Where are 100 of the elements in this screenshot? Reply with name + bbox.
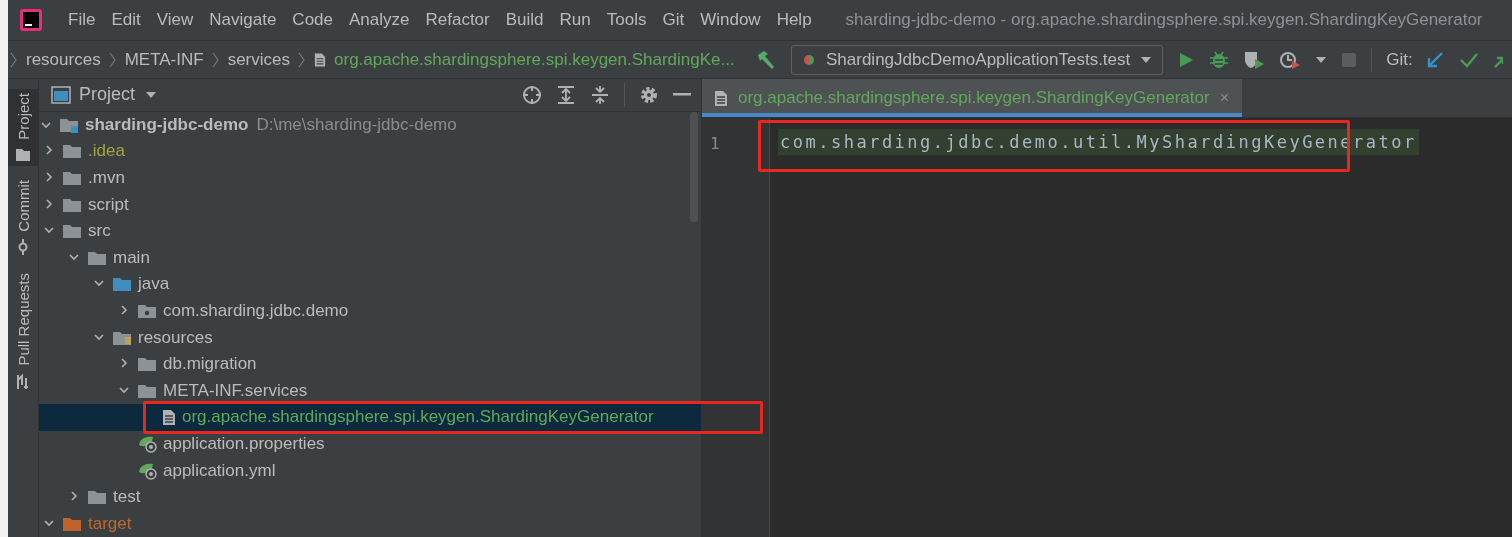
chevron-right-icon	[108, 51, 117, 68]
menu-item[interactable]: Build	[497, 10, 552, 30]
tree-item-label: META-INF.services	[163, 380, 308, 401]
chevron-right-icon	[10, 51, 18, 68]
tree-item-label: com.sharding.jdbc.demo	[163, 300, 349, 321]
tree-item-label: org.apache.shardingsphere.spi.keygen.ShardingKeyGenerator	[182, 407, 654, 428]
menu-item[interactable]: Refactor	[417, 10, 498, 30]
folder-icon	[62, 223, 82, 240]
chevron-right-icon	[298, 51, 306, 68]
collapse-all-icon[interactable]	[590, 84, 610, 105]
chevron-right-icon[interactable]	[43, 144, 55, 157]
menu-item[interactable]: View	[148, 10, 202, 30]
folder-icon	[87, 249, 107, 266]
folder-icon	[62, 515, 82, 532]
breadcrumb-item[interactable]: services	[227, 49, 290, 70]
tree-row[interactable]: db.migration	[39, 350, 701, 378]
menu-item[interactable]: File	[60, 10, 104, 30]
menu-item[interactable]: Tools	[598, 10, 655, 30]
tree-item-label: db.migration	[163, 354, 257, 375]
tree-item-label: src	[88, 221, 111, 242]
line-number: 1	[709, 134, 721, 153]
spring-leaf-icon	[137, 461, 157, 480]
minimize-icon[interactable]	[673, 92, 691, 97]
tree-item-label: test	[113, 487, 141, 508]
crosshair-icon[interactable]	[522, 84, 542, 105]
tree-row[interactable]: META-INF.services	[39, 377, 701, 405]
project-name: sharding-jdbc-demo	[85, 114, 249, 135]
tree-item-label: application.properties	[163, 433, 325, 454]
file-icon	[162, 408, 176, 426]
tree-item-label: script	[88, 194, 129, 215]
folder-icon	[62, 196, 82, 213]
tree-row[interactable]: sharding-jdbc-demo D:\me\sharding-jdbc-demo	[39, 111, 701, 139]
menu-item[interactable]: Navigate	[201, 10, 285, 30]
scrollbar[interactable]	[690, 111, 698, 222]
folder-icon	[137, 356, 157, 373]
tree-row[interactable]: main	[39, 244, 701, 272]
project-view-dropdown[interactable]: Project	[79, 84, 158, 106]
project-path: D:\me\sharding-jdbc-demo	[256, 114, 457, 135]
chevron-right-icon[interactable]	[118, 303, 130, 316]
folder-icon	[87, 489, 107, 506]
breadcrumb-item[interactable]: resources	[26, 49, 101, 70]
chevron-right-icon	[211, 51, 220, 68]
expand-all-icon[interactable]	[556, 84, 576, 105]
tree-row[interactable]: .mvn	[39, 164, 701, 192]
window-title: sharding-jdbc-demo - org.apache.shardingsphere.spi.keygen.ShardingKeyGenerator	[845, 10, 1483, 30]
folder-icon	[112, 276, 132, 293]
chevron-right-icon[interactable]	[68, 490, 80, 503]
tree-item-label: java	[138, 274, 170, 295]
tree-item-label: .mvn	[88, 168, 125, 188]
tree-row[interactable]: test	[39, 483, 701, 511]
tree-row[interactable]: .idea	[39, 138, 701, 165]
test-config-icon	[802, 52, 816, 67]
menu-item[interactable]: Analyze	[341, 10, 418, 30]
folder-icon	[137, 302, 157, 319]
folder-icon	[62, 143, 82, 160]
tree-row[interactable]: src	[39, 217, 701, 245]
file-icon	[314, 51, 326, 68]
menu-item[interactable]: Window	[692, 10, 769, 30]
tree-row[interactable]: java	[39, 271, 701, 298]
menu-item[interactable]: Help	[768, 10, 820, 30]
settings-icon[interactable]	[639, 84, 659, 105]
window-icon	[51, 85, 71, 104]
breadcrumb-item[interactable]: META-INF	[124, 49, 204, 70]
menu-item[interactable]: Code	[284, 10, 341, 30]
menu-item[interactable]: Edit	[103, 10, 149, 30]
folder-icon	[62, 170, 82, 186]
tree-row[interactable]: com.sharding.jdbc.demo	[39, 297, 701, 325]
menu-item[interactable]: Git	[654, 10, 693, 30]
chevron-right-icon[interactable]	[118, 357, 130, 370]
bug-icon[interactable]	[1209, 49, 1230, 70]
tree-row[interactable]: application.properties	[39, 430, 701, 458]
hammer-icon[interactable]	[755, 48, 777, 71]
folder-icon	[137, 382, 157, 399]
breadcrumb-item[interactable]: org.apache.shardingsphere.spi.keygen.ShardingKe...	[334, 49, 735, 70]
tree-row[interactable]: org.apache.shardingsphere.spi.keygen.ShardingKeyGenerator	[39, 404, 701, 431]
tree-item-label: target	[88, 513, 132, 534]
side-tab[interactable]: Project	[8, 89, 38, 166]
git-label: Git:	[1386, 49, 1413, 70]
caret-icon	[1140, 55, 1153, 64]
tree-row[interactable]: resources	[39, 324, 701, 351]
side-tab[interactable]: Commit	[8, 175, 38, 260]
chevron-right-icon[interactable]	[43, 197, 55, 210]
tree-item-label: .idea	[88, 141, 125, 162]
menu-item[interactable]: Run	[551, 10, 599, 30]
app-logo-icon	[20, 9, 42, 31]
tree-row[interactable]: script	[39, 191, 701, 218]
caret-icon	[145, 90, 158, 99]
tree-item-label: application.yml	[163, 460, 276, 481]
profiler-icon[interactable]	[1279, 49, 1302, 70]
run-configuration-dropdown[interactable]: ShardingJdbcDemoApplicationTests.test	[791, 44, 1164, 75]
folder-icon	[112, 329, 132, 346]
caret-icon[interactable]	[1315, 55, 1328, 64]
side-tab[interactable]: Pull Requests	[8, 269, 38, 394]
chevron-right-icon[interactable]	[43, 171, 55, 183]
pull-request-icon	[15, 373, 31, 390]
tree-item-label: resources	[138, 327, 213, 348]
module-folder-icon	[59, 116, 79, 133]
tree-item-label: main	[113, 247, 150, 268]
tree-row[interactable]: application.yml	[39, 457, 701, 484]
coverage-icon[interactable]	[1243, 49, 1266, 70]
